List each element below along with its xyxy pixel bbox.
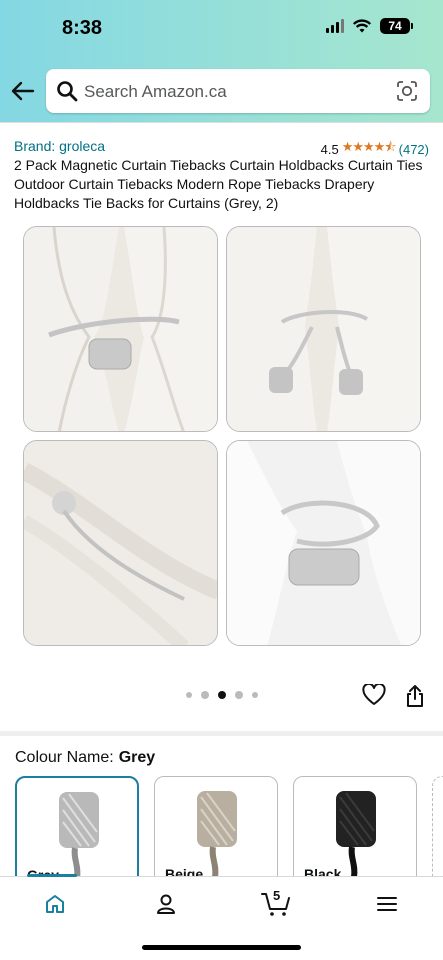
- battery-icon: 74: [380, 18, 413, 34]
- rating-count[interactable]: (472): [399, 142, 429, 157]
- signal-icon: [326, 19, 344, 33]
- cart-count-badge: 5: [273, 888, 281, 903]
- pagination-dot[interactable]: [186, 692, 192, 698]
- nav-menu[interactable]: [367, 889, 407, 919]
- gallery-pagination: [186, 691, 258, 699]
- status-icons: 74: [326, 18, 413, 34]
- product-title: 2 Pack Magnetic Curtain Tiebacks Curtain…: [14, 157, 423, 211]
- product-image-3[interactable]: [23, 440, 218, 646]
- battery-level: 74: [380, 18, 410, 34]
- brand-link[interactable]: Brand: groleca: [14, 138, 105, 154]
- share-icon: [407, 685, 423, 707]
- colour-option-black[interactable]: Black: [293, 776, 417, 886]
- product-image-4[interactable]: [226, 440, 421, 646]
- colour-label-text: Colour Name:: [15, 749, 114, 766]
- colour-option-beige[interactable]: Beige: [154, 776, 278, 886]
- heart-icon: [362, 682, 386, 705]
- search-placeholder: Search Amazon.ca: [84, 82, 227, 101]
- header: 8:38 74 Search Amazon.ca: [0, 0, 443, 122]
- back-button[interactable]: [8, 76, 38, 106]
- pagination-dot[interactable]: [252, 692, 258, 698]
- pagination-dot[interactable]: [201, 691, 209, 699]
- section-divider: [0, 731, 443, 736]
- nav-account[interactable]: [146, 889, 186, 919]
- home-icon: [46, 895, 64, 913]
- wishlist-button[interactable]: [362, 682, 386, 711]
- nav-cart[interactable]: 5: [256, 888, 296, 919]
- pagination-dot-active[interactable]: [218, 691, 226, 699]
- product-image-1[interactable]: [23, 226, 218, 432]
- colour-selected-value: Grey: [118, 749, 156, 766]
- active-tab-indicator: [27, 874, 77, 877]
- camera-lens-icon[interactable]: [396, 80, 418, 102]
- user-icon: [157, 894, 175, 914]
- colour-option-grey[interactable]: Grey: [15, 776, 139, 886]
- rating-value: 4.5: [320, 141, 339, 157]
- back-arrow-icon: [11, 81, 35, 101]
- share-button[interactable]: [405, 684, 425, 713]
- divider: [0, 122, 443, 123]
- search-icon: [57, 81, 78, 102]
- product-image-2[interactable]: [226, 226, 421, 432]
- status-time: 8:38: [62, 17, 103, 39]
- colour-label: Colour Name: Grey: [15, 749, 155, 767]
- wifi-icon: [352, 18, 372, 32]
- hamburger-menu-icon: [377, 897, 397, 911]
- colour-option-more[interactable]: [432, 776, 443, 886]
- pagination-dot[interactable]: [235, 691, 243, 699]
- nav-home[interactable]: [35, 889, 75, 919]
- home-indicator: [142, 945, 301, 950]
- search-input[interactable]: Search Amazon.ca: [46, 69, 430, 113]
